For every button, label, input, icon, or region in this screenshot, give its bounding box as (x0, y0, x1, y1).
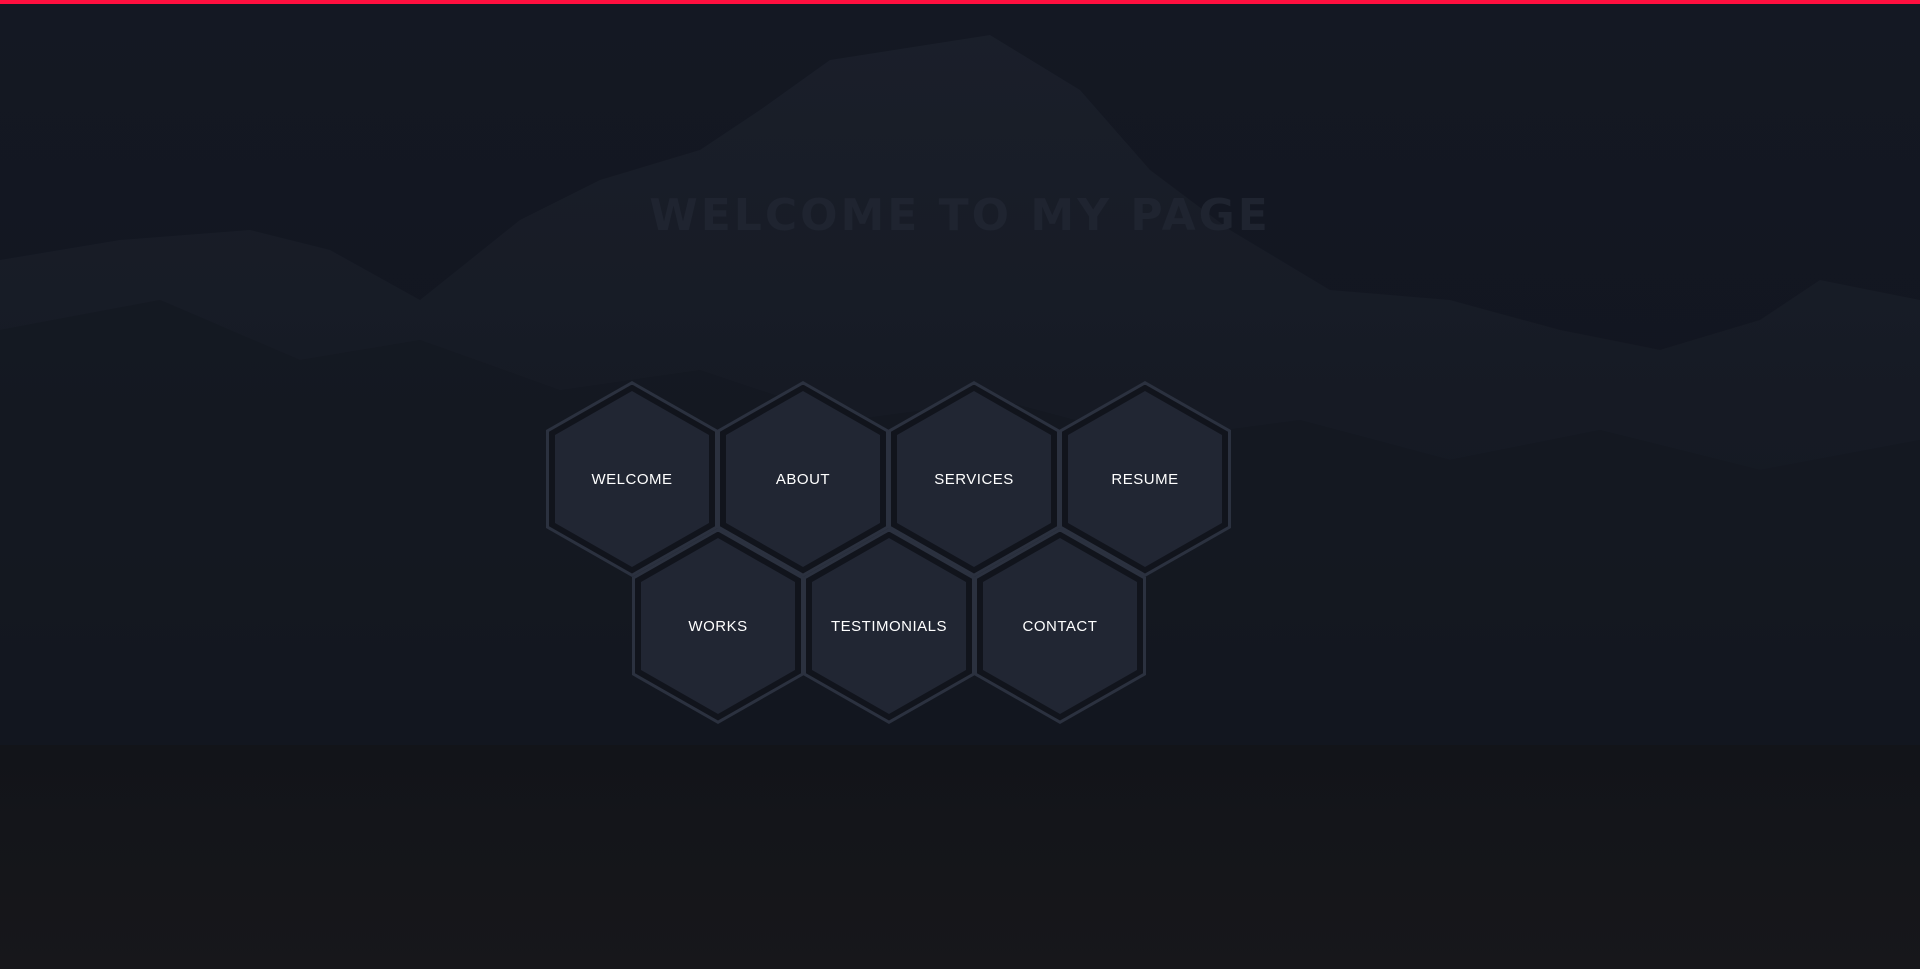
hex-nav-label: WORKS (688, 617, 748, 635)
hex-nav-label: CONTACT (1022, 617, 1098, 635)
hex-nav-label: SERVICES (934, 470, 1014, 488)
page: WELCOME TO MY PAGE WELCOME ABOUT SERVICE… (0, 0, 1920, 969)
hex-nav-label: ABOUT (775, 470, 831, 488)
hex-nav-label: RESUME (1111, 470, 1179, 488)
hex-nav-label: WELCOME (591, 470, 673, 488)
hex-nav-label: TESTIMONIALS (830, 617, 948, 635)
hexagon-nav: WELCOME ABOUT SERVICES RESUME WORKS TEST… (0, 0, 1920, 969)
accent-top-bar (0, 0, 1920, 4)
